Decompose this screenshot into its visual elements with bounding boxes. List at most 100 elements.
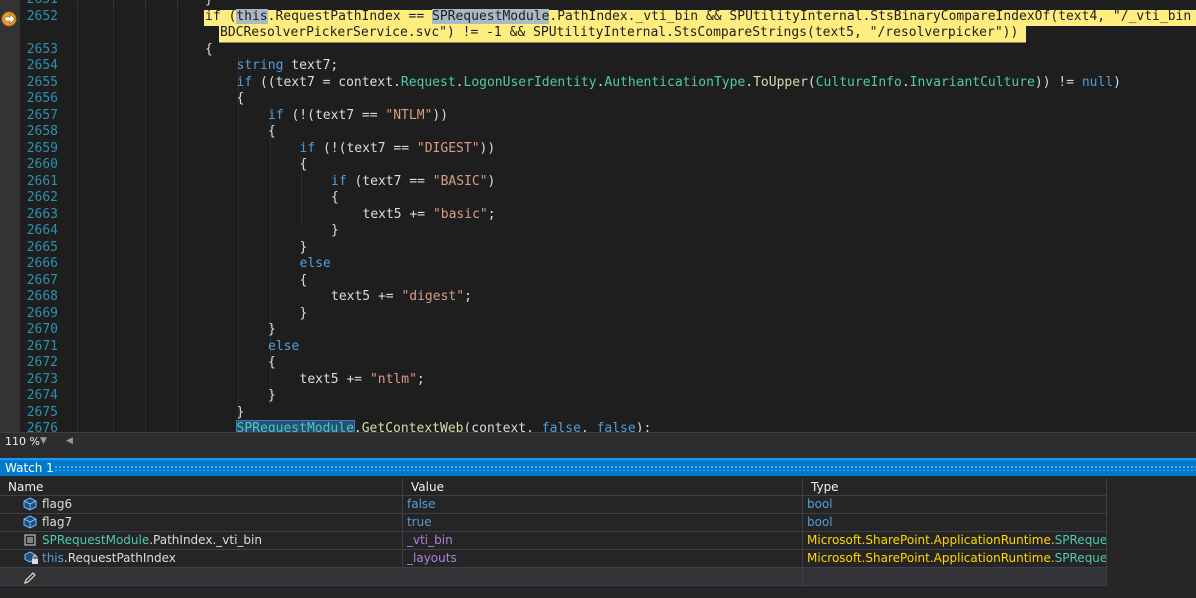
code-token: text7; [283,58,339,73]
code-token: { [299,157,308,172]
code-line[interactable]: } [237,405,245,421]
code-token: . [745,74,754,90]
watch-empty-area [1107,478,1196,598]
code-token: this [236,8,268,24]
watch-name-cell[interactable]: flag7 [0,514,403,531]
private-property-icon [23,551,39,567]
code-token: text5 += [299,371,370,387]
code-line[interactable]: if ((text7 = context.Request.LogonUserId… [237,75,1122,91]
code-token: "basic" [432,206,488,222]
code-line[interactable]: { [268,355,276,371]
code-token: (text7 == [346,173,433,189]
enum-member-icon [23,533,37,549]
scroll-left-icon[interactable]: ◀ [66,433,73,450]
zoom-dropdown-icon[interactable]: ▼ [40,433,47,450]
column-header-value[interactable]: Value [403,478,803,496]
watch-name-text: flag7 [42,515,73,529]
code-token: string [236,58,284,73]
code-token: )) != [1034,74,1082,90]
code-token: LogonUserIdentity [463,74,597,90]
add-watch-row[interactable] [0,568,1107,586]
code-token: BDCResolverPickerService.svc") != -1 && … [220,25,1019,40]
column-header-name[interactable]: Name [0,478,403,496]
code-line[interactable]: else [300,256,331,272]
indent-guide [177,0,178,432]
watch-value-cell[interactable]: _vti_bin [403,532,803,549]
watch-value-cell[interactable]: _layouts [403,550,803,567]
watch-name-cell[interactable]: SPRequestModule.PathIndex._vti_bin [0,532,403,549]
code-token: { [299,272,308,288]
indent-guide [113,0,114,432]
watch-value-cell[interactable]: true [403,514,803,531]
code-line[interactable]: { [268,124,276,140]
code-token: null [1081,74,1114,90]
code-token: Request [400,74,456,90]
zoom-level[interactable]: 110 % [5,433,40,450]
code-token: ; [464,289,472,304]
code-line[interactable]: { [237,91,245,107]
code-line[interactable]: SPRequestModule.GetContextWeb(context, f… [235,420,651,432]
code-token: { [268,124,276,139]
watch-title-bar[interactable]: Watch 1 [0,458,1196,476]
watch-row[interactable]: this.RequestPathIndex _layouts Microsoft.S… [0,550,1107,568]
code-token: . [455,74,464,90]
code-token: if ( [205,8,237,24]
watch-row[interactable]: SPRequestModule.PathIndex._vti_bin _vti_b… [0,532,1107,550]
watch-name-text: SPRequestModule.PathIndex._vti_bin [42,533,262,547]
code-line-current[interactable]: if (this.RequestPathIndex == SPRequestMo… [205,8,1192,25]
code-line-current-wrap[interactable]: BDCResolverPickerService.svc") != -1 && … [220,25,1018,41]
code-token: "BASIC" [432,173,488,189]
code-editor[interactable]: 2651265226532654265526562657265826592660… [0,0,1196,432]
watch-name-cell[interactable]: this.RequestPathIndex [0,550,403,567]
code-token: { [331,190,339,205]
code-token: "NTLM" [385,107,433,123]
code-line[interactable]: else [268,339,299,355]
code-token: (!(text7 == [315,140,417,156]
code-line[interactable]: { [300,157,308,173]
title-grip[interactable] [54,465,1196,471]
code-token: InvariantCulture [909,74,1035,90]
code-line[interactable]: } [205,0,213,8]
indent-guide [145,0,146,432]
code-line[interactable]: } [300,306,308,322]
code-line[interactable]: text5 += "basic"; [363,207,496,223]
code-token: } [299,305,308,321]
code-line[interactable]: string text7; [237,58,339,74]
code-line[interactable]: if (!(text7 == "NTLM")) [268,108,448,124]
code-token: ) [487,173,496,189]
code-line[interactable]: } [268,388,276,404]
code-token: .PathIndex._vti_bin && SPUtilityInternal… [549,8,1192,24]
code-line[interactable]: } [300,240,308,256]
splitter[interactable] [0,450,1196,458]
column-header-type[interactable]: Type [803,478,1107,496]
indent-guide [238,57,239,432]
code-token: )) [432,107,449,123]
watch-row[interactable]: flag6 false bool [0,496,1107,514]
code-line[interactable]: if (text7 == "BASIC") [331,174,495,190]
watch-value-cell[interactable]: false [403,496,803,513]
watch-title: Watch 1 [5,461,54,475]
code-token: GetContextWeb [361,421,464,432]
watch-type-cell: Microsoft.SharePoint.ApplicationRuntime.… [803,550,1107,567]
code-line[interactable]: text5 += "digest"; [331,289,472,305]
code-token: if [236,74,253,90]
code-token: .RequestPathIndex == [267,8,432,24]
code-token: ; [416,371,425,387]
code-line[interactable]: text5 += "ntlm"; [300,372,425,388]
code-token: ; [487,206,496,222]
code-token: (context, [463,421,542,432]
watch-name-text: this.RequestPathIndex [42,551,176,565]
code-token: . [901,74,910,90]
watch-row[interactable]: flag7 true bool [0,514,1107,532]
code-line[interactable]: { [331,190,339,206]
watch-window: Watch 1 Name Value Type flag6 false bool fl… [0,458,1196,598]
code-line[interactable]: if (!(text7 == "DIGEST")) [300,141,496,157]
code-token: , [580,421,597,432]
code-line[interactable]: } [331,223,339,239]
code-area[interactable]: if (this.RequestPathIndex == SPRequestMo… [0,0,1196,432]
code-line[interactable]: { [205,42,213,58]
code-line[interactable]: } [268,322,276,338]
watch-type-cell: bool [803,496,1107,513]
watch-name-cell[interactable]: flag6 [0,496,403,513]
code-line[interactable]: { [300,273,308,289]
